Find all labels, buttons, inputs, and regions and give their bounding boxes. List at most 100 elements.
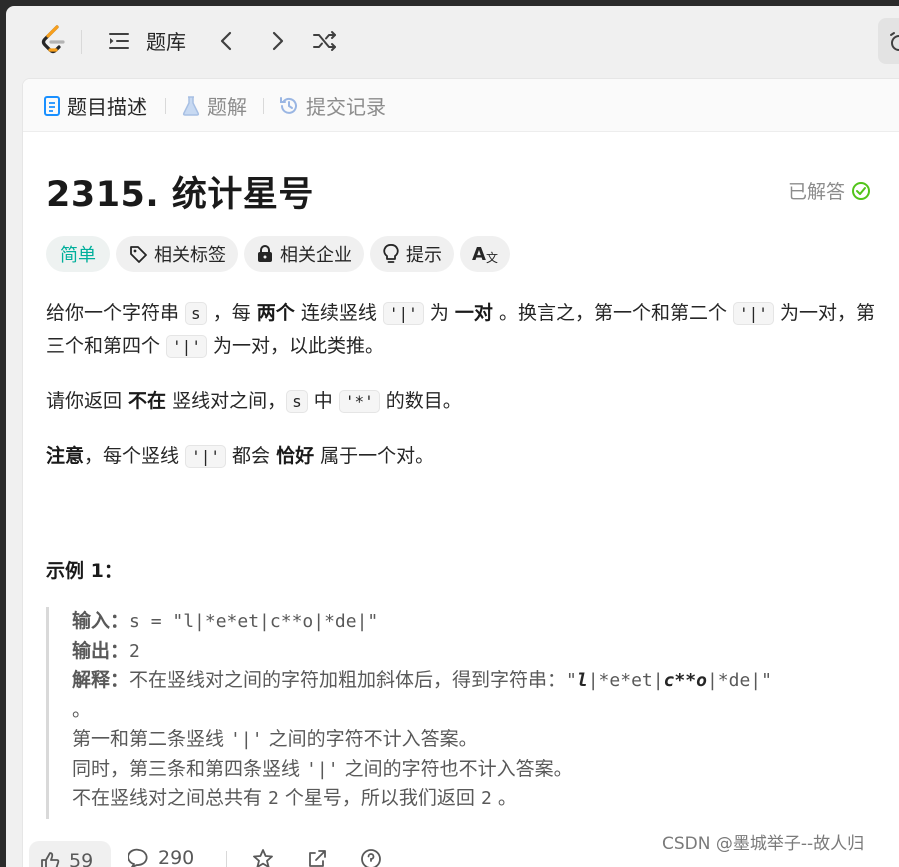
text: 之间的字符也不计入答案。 [338, 757, 573, 780]
tab-solutions[interactable]: 题解 [181, 91, 247, 120]
related-tags-label: 相关标签 [154, 245, 226, 266]
star-icon[interactable] [251, 847, 275, 867]
topbar-divider [81, 30, 82, 54]
share-icon[interactable] [305, 847, 329, 867]
alarm-icon [890, 32, 899, 51]
bold-text: 恰好 [276, 445, 315, 467]
tab-submissions-label: 提交记录 [306, 95, 386, 119]
explanation-line-4: 第一和第二条竖线 '|' 之间的字符不计入答案。 [72, 725, 866, 755]
related-companies-button[interactable]: 相关企业 [244, 236, 364, 272]
inline-code: '|' [382, 302, 424, 325]
solved-status: 已解答 [788, 177, 871, 204]
tab-bar: 题目描述 题解 提交记录 [23, 79, 899, 132]
translate-button[interactable]: A文 [460, 236, 510, 272]
text: ，每个竖线 [84, 445, 186, 467]
mono-text: 2 [480, 788, 492, 809]
like-button[interactable]: 59 [29, 841, 111, 867]
text: 连续竖线 [294, 302, 383, 324]
description-paragraph-1: 给你一个字符串 s ，每 两个 连续竖线 '|' 为 一对 。换言之，第一个和第… [46, 297, 881, 363]
leetcode-logo[interactable] [38, 24, 68, 58]
related-tags-button[interactable]: 相关标签 [116, 236, 238, 272]
explanation-bold-italic: c**o [663, 670, 707, 691]
tab-description[interactable]: 题目描述 [43, 91, 147, 120]
comment-button[interactable]: 290 [128, 847, 194, 867]
help-icon[interactable] [359, 847, 383, 867]
text: 都会 [225, 445, 277, 467]
flask-icon [182, 95, 200, 116]
example-input: 输入：s = "l|*e*et|c**o|*de|" [72, 607, 866, 637]
bold-text: 不在 [128, 390, 167, 412]
text: 竖线对之间， [166, 390, 287, 412]
chevron-right-icon[interactable] [264, 28, 290, 54]
comment-count: 290 [158, 847, 195, 867]
translate-icon: A [472, 243, 486, 265]
bold-text: 两个 [256, 302, 295, 324]
tag-icon [130, 246, 147, 263]
text: 之间的字符不计入答案。 [262, 728, 478, 750]
text: 为 [423, 302, 455, 324]
text: 第一和第二条竖线 [72, 728, 231, 750]
document-icon [44, 95, 60, 116]
explanation-line-6: 不在竖线对之间总共有 2 个星号，所以我们返回 2 。 [72, 784, 866, 814]
bold-text: 一对 [454, 302, 493, 324]
thumbs-up-icon [41, 852, 60, 867]
tab-description-label: 题目描述 [67, 95, 147, 119]
text: ，每 [206, 302, 257, 324]
description-paragraph-3: 注意，每个竖线 '|' 都会 恰好 属于一个对。 [46, 440, 434, 473]
watermark: CSDN @墨城举子--故人归 [662, 834, 865, 854]
input-value: s = "l|*e*et|c**o|*de|" [129, 611, 379, 632]
text: 。 [491, 787, 517, 809]
mono-text: '|' [230, 729, 263, 750]
output-label: 输出： [72, 639, 130, 662]
text: 请你返回 [46, 390, 129, 412]
text: 给你一个字符串 [46, 302, 186, 324]
timer-button[interactable] [878, 18, 899, 64]
history-icon [280, 96, 297, 114]
hint-label: 提示 [406, 245, 442, 266]
bold-text: 注意 [46, 445, 85, 467]
like-count: 59 [69, 850, 94, 867]
hint-button[interactable]: 提示 [370, 236, 454, 272]
related-companies-label: 相关企业 [280, 245, 352, 266]
lightbulb-icon [383, 244, 399, 263]
inline-code: s [286, 390, 308, 413]
example-output: 输出：2 [72, 637, 866, 667]
check-circle-icon [852, 181, 871, 200]
action-separator [226, 851, 227, 867]
inline-code: '|' [166, 335, 207, 358]
shuffle-icon[interactable] [311, 27, 339, 55]
tab-submissions[interactable]: 提交记录 [278, 91, 386, 120]
translate-icon-sub: 文 [485, 250, 498, 265]
difficulty-badge: 简单 [46, 236, 110, 272]
problem-title: 2315. 统计星号 [46, 175, 314, 215]
explanation-label: 解释： [72, 669, 130, 691]
explanation-text: 不在竖线对之间的字符加粗加斜体后，得到字符串： [129, 669, 567, 691]
solved-label: 已解答 [788, 181, 846, 203]
text: 。换言之，第一个和第二个 [492, 302, 733, 324]
text: 的数目。 [379, 390, 462, 412]
example-explanation: 解释：不在竖线对之间的字符加粗加斜体后，得到字符串："l|*e*et|c**o|… [72, 666, 866, 696]
top-bar: 题库 [6, 6, 899, 78]
example-title: 示例 1： [46, 560, 123, 582]
problem-panel: 题目描述 题解 提交记录 2315. 统计星号 已解答 简单 相关标签 相关企业… [22, 78, 899, 867]
inline-code: '|' [733, 302, 774, 325]
problemset-title[interactable]: 题库 [146, 26, 186, 55]
input-label: 输入： [72, 610, 130, 632]
example-block: 输入：s = "l|*e*et|c**o|*de|" 输出：2 解释：不在竖线对… [46, 607, 866, 819]
text: 个星号，所以我们返回 [278, 787, 481, 809]
chevron-left-icon[interactable] [214, 28, 240, 54]
text: 不在竖线对之间总共有 [72, 787, 269, 809]
app-window: 题库 题目描述 题解 提交记录 2315. 统计星号 已解答 简单 相关标签 相… [6, 6, 899, 867]
text: 中 [307, 390, 339, 412]
mono-text: 2 [268, 788, 279, 809]
text: 为一对，以此类推。 [206, 335, 384, 357]
explanation-quote: " [566, 670, 577, 691]
list-indent-icon[interactable] [106, 28, 132, 54]
explanation-mono: |*e*et| [587, 670, 664, 691]
tab-separator [165, 98, 166, 114]
tab-separator [263, 98, 264, 114]
explanation-line-5: 同时，第三条和第四条竖线 '|' 之间的字符也不计入答案。 [72, 755, 866, 785]
comment-icon [128, 848, 148, 867]
inline-code: '*' [338, 390, 380, 413]
output-value: 2 [129, 640, 140, 662]
